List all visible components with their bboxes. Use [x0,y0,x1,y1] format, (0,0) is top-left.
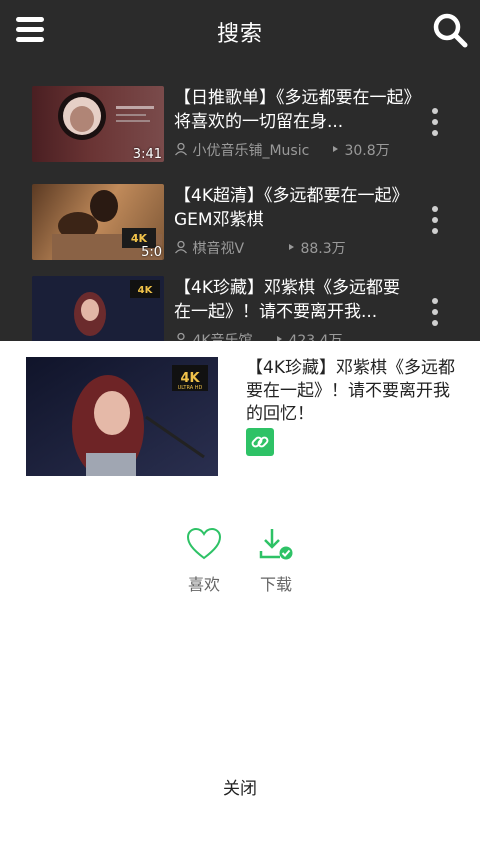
video-views: 30.8万 [330,140,390,160]
video-thumbnail[interactable]: 4K 5:0 [32,184,164,260]
link-icon[interactable] [246,428,274,456]
ultra-hd-badge-text: ULTRA HD [178,385,203,391]
top-bar: 搜索 [0,0,480,62]
list-item[interactable]: 3:41 【日推歌单】《多远都要在一起》将喜欢的一切留在身... 小优音乐铺_M… [0,78,480,164]
download-icon [259,529,293,560]
k4-badge-text: 4K [180,371,200,386]
heart-icon [186,527,222,560]
video-title: 【4K珍藏】邓紫棋《多远都要在一起》！请不要离开我... [174,278,400,322]
video-author: 小优音乐铺_Music [192,143,310,159]
sheet-thumbnail: 4K ULTRA HD [26,357,218,476]
play-icon [289,244,294,250]
video-thumbnail[interactable]: 3:41 [32,86,164,162]
video-views-count: 30.8万 [344,143,390,159]
bottom-sheet: 4K ULTRA HD 【4K珍藏】邓紫棋《多远都要在一起》！请不要离开我的回忆… [0,341,480,853]
more-icon[interactable] [428,206,442,236]
video-views: 88.3万 [286,238,346,258]
sheet-video-title: 【4K珍藏】邓紫棋《多远都要在一起》！请不要离开我的回忆！ [246,358,455,424]
more-icon[interactable] [428,108,442,138]
download-button[interactable]: 下载 [246,527,306,595]
play-icon [333,146,338,152]
search-icon[interactable] [432,12,468,48]
k4-badge-text: 4K [138,285,154,296]
k4-badge-text: 4K [131,232,148,245]
video-views-count: 88.3万 [300,241,346,257]
video-title: 【日推歌单】《多远都要在一起》将喜欢的一切留在身... [174,88,412,132]
page-title: 搜索 [216,22,263,47]
like-button[interactable]: 喜欢 [174,527,234,595]
thumbnail-art: 4K ULTRA HD [26,357,218,476]
more-icon[interactable] [428,298,442,328]
video-meta: 小优音乐铺_Music 30.8万 [174,140,390,160]
like-label: 喜欢 [187,575,220,594]
user-icon [175,142,187,156]
video-duration: 5:0 [141,245,162,260]
list-item[interactable]: 4K 5:0 【4K超清】《多远都要在一起》GEM邓紫棋 棋音视V 88.3万 [0,176,480,262]
video-duration: 3:41 [132,147,162,162]
user-icon [175,240,187,254]
video-title: 【4K超清】《多远都要在一起》GEM邓紫棋 [174,186,409,230]
video-meta: 棋音视V 88.3万 [174,238,346,258]
download-label: 下载 [259,575,292,594]
close-button[interactable]: 关闭 [0,767,480,811]
video-author: 棋音视V [192,241,245,257]
